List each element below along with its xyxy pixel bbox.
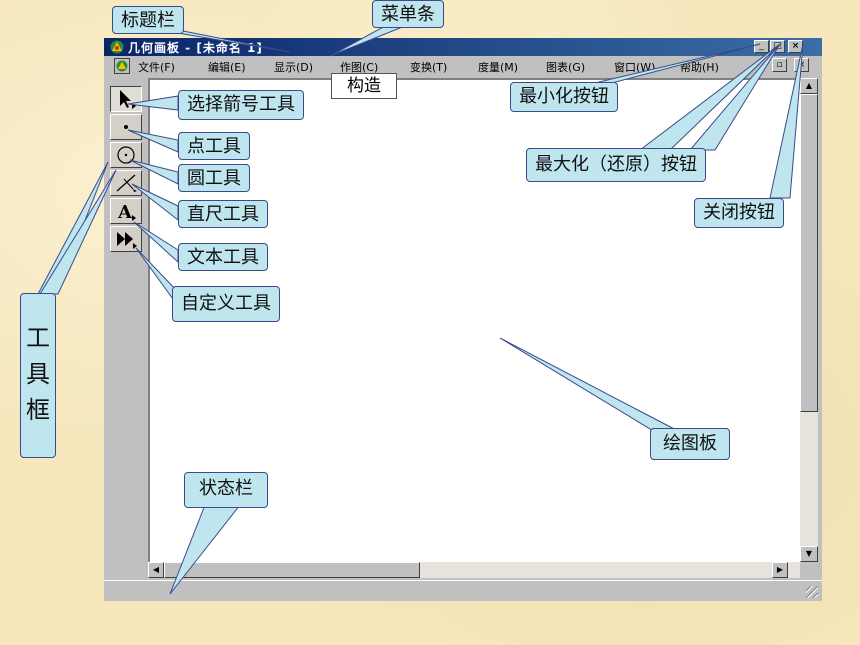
callout-select-arrow-tool: 选择箭号工具 (178, 90, 304, 120)
toolbox-label-char-3: 框 (26, 396, 50, 424)
callout-toolbox: 工 具 框 (20, 293, 56, 458)
pointer-select-arrow (127, 95, 179, 111)
callout-point-tool: 点工具 (178, 132, 250, 160)
pointer-straightedge (131, 183, 179, 222)
pointer-toolbox-2 (39, 169, 117, 295)
callout-pointers (37, 25, 804, 595)
callout-text-tool: 文本工具 (178, 243, 268, 271)
toolbox-label-char-1: 工 (26, 324, 50, 352)
pointer-menu-bar (329, 25, 406, 57)
pointer-status-bar (169, 504, 242, 595)
callout-drawing-board: 绘图板 (650, 428, 730, 460)
callout-minimize-button: 最小化按钮 (510, 82, 618, 112)
callout-close-button: 关闭按钮 (694, 198, 784, 228)
pointer-maximize-2 (688, 43, 781, 151)
callout-straightedge-tool: 直尺工具 (178, 200, 268, 228)
pointer-point (127, 129, 179, 153)
pointer-text (133, 221, 179, 264)
pointer-circle (129, 159, 179, 185)
pointer-close (769, 43, 804, 199)
callout-circle-tool: 圆工具 (178, 164, 250, 192)
callout-maximize-button: 最大化（还原）按钮 (526, 148, 706, 182)
callout-menu-bar: 菜单条 (372, 0, 444, 28)
pointer-toolbox (37, 161, 109, 295)
construct-menu-popup[interactable]: 构造 (331, 73, 397, 99)
callout-custom-tool: 自定义工具 (172, 286, 280, 322)
pointer-drawing-board (499, 337, 681, 433)
toolbox-label-char-2: 具 (26, 360, 50, 388)
callout-status-bar: 状态栏 (184, 472, 268, 508)
callout-title-bar: 标题栏 (112, 6, 184, 34)
